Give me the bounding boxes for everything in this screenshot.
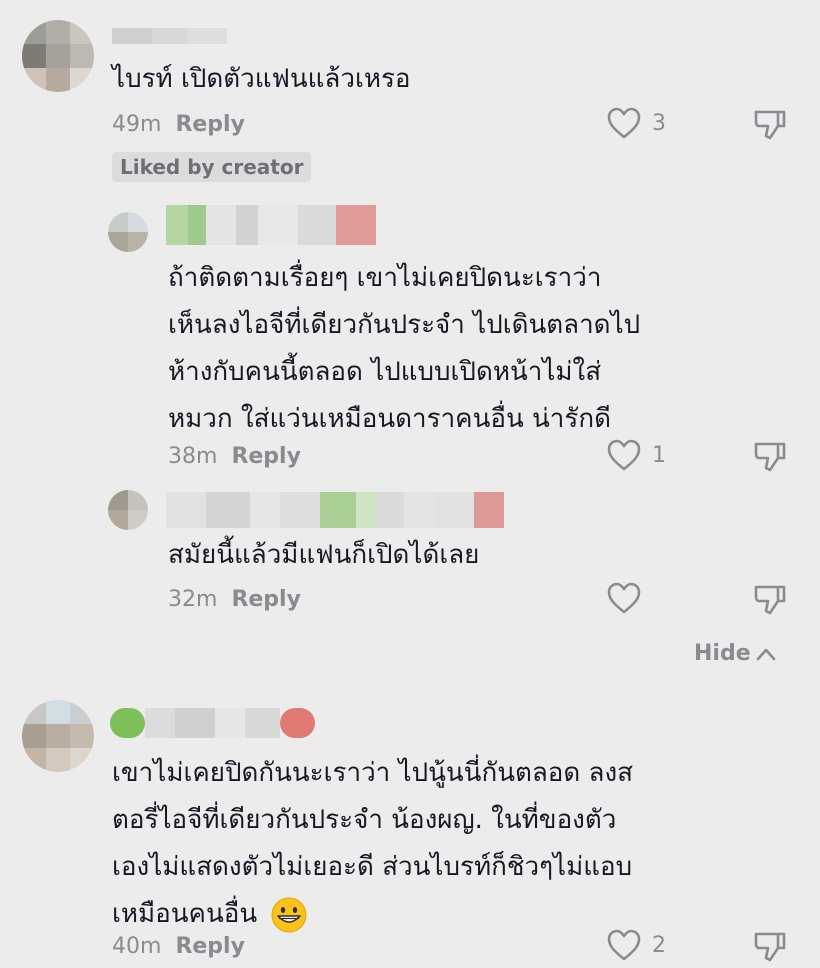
comment-time: 32m xyxy=(168,587,218,612)
comment-line: ตอรี่ไอจีที่เดียวกันประจำ น้องผญ. ในที่ข… xyxy=(112,805,617,835)
like-button[interactable]: 2 xyxy=(606,928,666,962)
dislike-icon xyxy=(754,585,786,615)
like-count: 1 xyxy=(652,442,666,468)
avatar[interactable] xyxy=(108,212,148,252)
reply-button[interactable]: Reply xyxy=(175,112,245,137)
reply-button[interactable]: Reply xyxy=(231,444,301,469)
dislike-button[interactable] xyxy=(752,928,788,968)
liked-by-creator-badge: Liked by creator xyxy=(112,152,312,182)
comment-meta: 40m Reply xyxy=(112,934,245,959)
reply-button[interactable]: Reply xyxy=(231,587,301,612)
comment-line: ห้างกับคนนี้ตลอด ไปแบบเปิดหน้าไม่ใส่ xyxy=(168,357,602,387)
heart-icon xyxy=(607,107,641,139)
like-button[interactable]: 1 xyxy=(606,438,666,472)
hide-replies-button[interactable]: Hide xyxy=(694,641,777,666)
heart-icon xyxy=(607,929,641,961)
comment-text: สมัยนี้แล้วมีแฟนก็เปิดได้เลย xyxy=(168,540,480,570)
dislike-button[interactable] xyxy=(752,106,788,146)
comment-meta: 49m Reply xyxy=(112,112,245,137)
comment-meta: 38m Reply xyxy=(168,444,301,469)
heart-icon xyxy=(607,439,641,471)
hide-label: Hide xyxy=(694,641,751,666)
comment-meta: 32m Reply xyxy=(168,587,301,612)
username-blurred[interactable] xyxy=(112,28,227,44)
comment-text: เขาไม่เคยปิดกันนะเราว่า ไปนู้นนี่กันตลอด… xyxy=(112,750,633,938)
username-blurred[interactable] xyxy=(166,492,518,528)
avatar[interactable] xyxy=(22,20,94,92)
comment-line: เห็นลงไอจีที่เดียวกันประจำ ไปเดินตลาดไป xyxy=(168,310,641,340)
chevron-up-icon xyxy=(756,648,775,660)
comment-line: เหมือนคนอื่น xyxy=(112,891,633,938)
like-count: 2 xyxy=(652,932,666,958)
dislike-icon xyxy=(754,932,786,962)
comment-line-text: เหมือนคนอื่น xyxy=(112,899,258,929)
username-blurred[interactable] xyxy=(110,708,315,738)
comment-time: 40m xyxy=(112,934,162,959)
comment-time: 38m xyxy=(168,444,218,469)
dislike-button[interactable] xyxy=(752,438,788,478)
comment-text: ถ้าติดตามเรื่อยๆ เขาไม่เคยปิดนะเราว่า เห… xyxy=(168,255,640,443)
comment-text: ไบรท์ เปิดตัวแฟนแล้วเหรอ xyxy=(112,64,411,94)
dislike-icon xyxy=(754,110,786,140)
dislike-button[interactable] xyxy=(752,581,788,621)
comment-line: เขาไม่เคยปิดกันนะเราว่า ไปนู้นนี่กันตลอด… xyxy=(112,758,634,788)
dislike-icon xyxy=(754,442,786,472)
like-button[interactable]: 3 xyxy=(606,106,666,140)
heart-icon xyxy=(607,582,641,614)
username-blurred[interactable] xyxy=(166,205,376,245)
like-count: 3 xyxy=(652,110,666,136)
comment-line: ถ้าติดตามเรื่อยๆ เขาไม่เคยปิดนะเราว่า xyxy=(168,263,602,293)
comment-line: เองไม่แสดงตัวไม่เยอะดี ส่วนไบรท์ก็ชิวๆไม… xyxy=(112,852,633,882)
grinning-face-emoji xyxy=(271,897,307,932)
comment-line: หมวก ใส่แว่นเหมือนดาราคนอื่น น่ารักดี xyxy=(168,404,611,434)
like-button[interactable] xyxy=(606,581,652,615)
reply-button[interactable]: Reply xyxy=(175,934,245,959)
avatar[interactable] xyxy=(22,700,94,772)
comment-time: 49m xyxy=(112,112,162,137)
avatar[interactable] xyxy=(108,490,148,530)
